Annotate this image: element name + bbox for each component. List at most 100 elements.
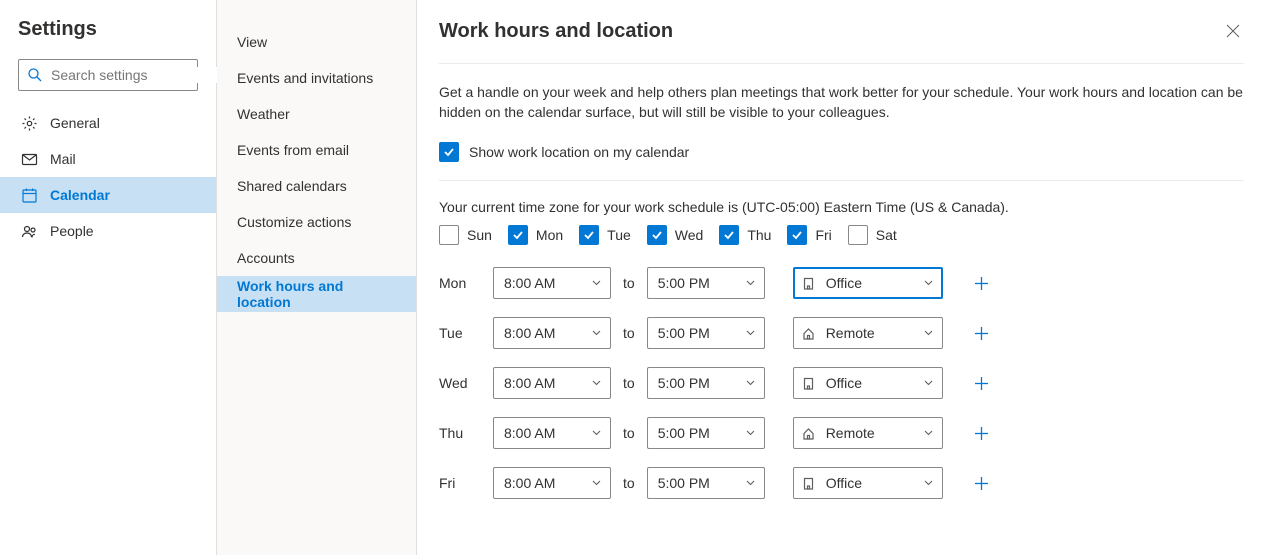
search-icon	[27, 67, 43, 83]
day-checkbox[interactable]	[439, 225, 459, 245]
start-time-dropdown[interactable]: 8:00 AM	[493, 317, 611, 349]
end-time-dropdown[interactable]: 5:00 PM	[647, 367, 765, 399]
schedule-row: Mon 8:00 AM to 5:00 PM Office	[439, 267, 1244, 299]
settings-sidebar: Settings General Mail Calendar People	[0, 0, 217, 555]
location-dropdown[interactable]: Office	[793, 467, 943, 499]
home-icon	[802, 327, 816, 340]
search-input[interactable]	[18, 59, 198, 91]
to-label: to	[623, 375, 635, 391]
location-value: Office	[826, 475, 913, 491]
nav-item-general[interactable]: General	[0, 105, 216, 141]
day-toggle-thu: Thu	[719, 225, 771, 245]
nav-item-label: General	[50, 115, 100, 131]
add-slot-button[interactable]	[967, 318, 997, 348]
day-label: Fri	[815, 227, 831, 243]
day-label: Sun	[467, 227, 492, 243]
chevron-down-icon	[923, 375, 934, 391]
end-time-value: 5:00 PM	[658, 275, 710, 291]
add-slot-button[interactable]	[967, 268, 997, 298]
day-checkbox[interactable]	[719, 225, 739, 245]
category-item[interactable]: Work hours and location	[217, 276, 416, 312]
gear-icon	[20, 115, 38, 132]
location-dropdown[interactable]: Office	[793, 367, 943, 399]
add-slot-button[interactable]	[967, 368, 997, 398]
schedule-day-label: Tue	[439, 325, 481, 341]
nav-item-label: Mail	[50, 151, 76, 167]
nav-item-people[interactable]: People	[0, 213, 216, 249]
day-checkbox[interactable]	[579, 225, 599, 245]
end-time-dropdown[interactable]: 5:00 PM	[647, 317, 765, 349]
to-label: to	[623, 425, 635, 441]
to-label: to	[623, 325, 635, 341]
start-time-value: 8:00 AM	[504, 425, 555, 441]
chevron-down-icon	[745, 275, 756, 291]
chevron-down-icon	[591, 475, 602, 491]
day-checkbox[interactable]	[787, 225, 807, 245]
start-time-dropdown[interactable]: 8:00 AM	[493, 367, 611, 399]
day-checkbox[interactable]	[647, 225, 667, 245]
category-item[interactable]: Shared calendars	[217, 168, 416, 204]
day-toggle-fri: Fri	[787, 225, 831, 245]
schedule-day-label: Wed	[439, 375, 481, 391]
nav-item-mail[interactable]: Mail	[0, 141, 216, 177]
end-time-dropdown[interactable]: 5:00 PM	[647, 267, 765, 299]
end-time-value: 5:00 PM	[658, 325, 710, 341]
add-slot-button[interactable]	[967, 468, 997, 498]
end-time-dropdown[interactable]: 5:00 PM	[647, 417, 765, 449]
settings-title: Settings	[0, 18, 216, 59]
day-checkbox[interactable]	[508, 225, 528, 245]
chevron-down-icon	[923, 275, 934, 291]
content-panel: Work hours and location Get a handle on …	[417, 0, 1272, 555]
close-button[interactable]	[1222, 20, 1244, 45]
to-label: to	[623, 475, 635, 491]
office-icon	[802, 377, 816, 390]
day-checkbox[interactable]	[848, 225, 868, 245]
start-time-dropdown[interactable]: 8:00 AM	[493, 467, 611, 499]
location-dropdown[interactable]: Remote	[793, 417, 943, 449]
schedule-day-label: Mon	[439, 275, 481, 291]
end-time-value: 5:00 PM	[658, 375, 710, 391]
category-item[interactable]: Events from email	[217, 132, 416, 168]
category-item[interactable]: Accounts	[217, 240, 416, 276]
location-dropdown[interactable]: Office	[793, 267, 943, 299]
description-text: Get a handle on your week and help other…	[439, 82, 1244, 122]
day-label: Sat	[876, 227, 897, 243]
day-label: Mon	[536, 227, 563, 243]
page-title: Work hours and location	[439, 20, 673, 43]
start-time-dropdown[interactable]: 8:00 AM	[493, 267, 611, 299]
schedule-day-label: Thu	[439, 425, 481, 441]
chevron-down-icon	[745, 325, 756, 341]
people-icon	[20, 223, 38, 240]
nav-item-calendar[interactable]: Calendar	[0, 177, 216, 213]
schedule-day-label: Fri	[439, 475, 481, 491]
category-item[interactable]: View	[217, 24, 416, 60]
chevron-down-icon	[745, 375, 756, 391]
search-field[interactable]	[51, 67, 232, 83]
category-item[interactable]: Customize actions	[217, 204, 416, 240]
end-time-value: 5:00 PM	[658, 425, 710, 441]
show-location-checkbox[interactable]	[439, 142, 459, 162]
start-time-dropdown[interactable]: 8:00 AM	[493, 417, 611, 449]
day-toggle-sat: Sat	[848, 225, 897, 245]
chevron-down-icon	[745, 425, 756, 441]
calendar-icon	[20, 187, 38, 204]
to-label: to	[623, 275, 635, 291]
day-toggle-mon: Mon	[508, 225, 563, 245]
category-item[interactable]: Weather	[217, 96, 416, 132]
add-slot-button[interactable]	[967, 418, 997, 448]
nav-item-label: Calendar	[50, 187, 110, 203]
end-time-dropdown[interactable]: 5:00 PM	[647, 467, 765, 499]
chevron-down-icon	[923, 325, 934, 341]
location-dropdown[interactable]: Remote	[793, 317, 943, 349]
end-time-value: 5:00 PM	[658, 475, 710, 491]
start-time-value: 8:00 AM	[504, 475, 555, 491]
category-item[interactable]: Events and invitations	[217, 60, 416, 96]
mail-icon	[20, 151, 38, 168]
chevron-down-icon	[591, 425, 602, 441]
day-label: Tue	[607, 227, 631, 243]
home-icon	[802, 427, 816, 440]
chevron-down-icon	[923, 475, 934, 491]
schedule-list: Mon 8:00 AM to 5:00 PM Office Tue 8:00 A…	[439, 267, 1244, 499]
day-label: Wed	[675, 227, 704, 243]
location-value: Remote	[826, 425, 913, 441]
